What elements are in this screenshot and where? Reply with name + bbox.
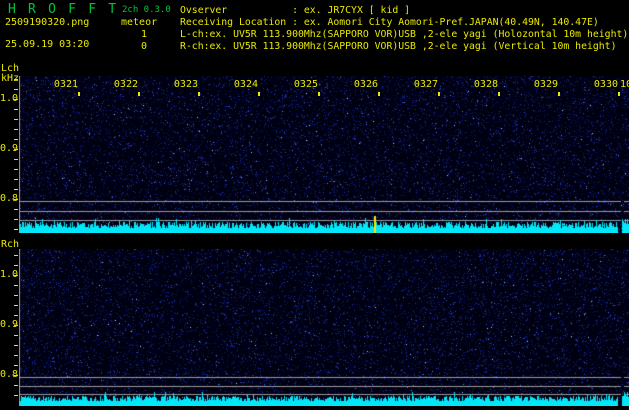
freq-minor-tick [14,119,18,120]
freq-major-tick [14,375,18,376]
rch-spectrogram-canvas [19,249,629,406]
freq-major-tick [14,149,18,150]
freq-tick-label: 1.0 [0,94,14,104]
minute-tick-mark [138,92,140,96]
time-label: 0330 [593,80,618,90]
time-label: 0321 [53,80,78,90]
clipped-right-time-label: 10 [620,80,629,90]
minute-tick-mark [378,92,380,96]
freq-minor-tick [14,355,18,356]
time-label: 0324 [233,80,258,90]
lch-spectrogram-panel [19,76,629,233]
observer-info-line: R-ch:ex. UV5R 113.900Mhz(SAPPORO VOR)USB… [180,41,628,53]
freq-minor-tick [14,229,18,230]
freq-minor-tick [14,79,18,80]
freq-minor-tick [14,169,18,170]
freq-minor-tick [14,365,18,366]
app-title: H R O F F T [8,2,118,17]
app-version: 2ch 0.3.0 [122,5,171,15]
freq-minor-tick [14,345,18,346]
observer-info-block: Ovserver : ex. JR7CYX [ kid ]Receiving L… [180,5,628,53]
minute-tick-mark [318,92,320,96]
freq-minor-tick [14,139,18,140]
freq-major-tick [14,275,18,276]
time-label: 0329 [533,80,558,90]
minute-tick-mark [258,92,260,96]
rch-panel-label: Rch [1,239,19,250]
rch-spectrogram-panel [19,249,629,406]
freq-minor-tick [14,159,18,160]
observer-info-line: L-ch:ex. UV5R 113.900Mhz(SAPPORO VOR)USB… [180,29,628,41]
time-label: 0325 [293,80,318,90]
freq-minor-tick [14,89,18,90]
freq-major-tick [14,99,18,100]
freq-tick-label: 1.0 [0,270,14,280]
observer-info-line: Ovserver : ex. JR7CYX [ kid ] [180,5,628,17]
minute-tick-mark [78,92,80,96]
freq-major-tick [14,325,18,326]
freq-minor-tick [14,209,18,210]
freq-minor-tick [14,265,18,266]
freq-minor-tick [14,179,18,180]
minute-tick-mark [558,92,560,96]
time-label: 0327 [413,80,438,90]
lch-spectrogram-canvas [19,76,629,233]
freq-tick-label: 0.9 [0,320,14,330]
freq-minor-tick [14,305,18,306]
observer-info-line: Receiving Location : ex. Aomori City Aom… [180,17,628,29]
minute-tick-mark [438,92,440,96]
minute-tick-mark [618,92,620,96]
freq-minor-tick [14,255,18,256]
freq-major-tick [14,199,18,200]
meteor-count-rch: 0 [120,41,147,52]
freq-minor-tick [14,295,18,296]
freq-minor-tick [14,385,18,386]
freq-tick-label: 0.9 [0,144,14,154]
time-label: 0328 [473,80,498,90]
output-filename: 2509190320.png [5,17,89,28]
freq-tick-label: 0.8 [0,194,14,204]
capture-datetime: 25.09.19 03:20 [5,39,89,50]
hrofft-screen: H R O F F T 2ch 0.3.0 2509190320.png 25.… [0,0,629,410]
freq-minor-tick [14,395,18,396]
freq-minor-tick [14,335,18,336]
meteor-count-lch: 1 [120,29,147,40]
freq-minor-tick [14,189,18,190]
minute-tick-mark [198,92,200,96]
freq-minor-tick [14,109,18,110]
freq-minor-tick [14,129,18,130]
meteor-count-label: meteor [121,17,157,28]
time-label: 0323 [173,80,198,90]
freq-minor-tick [14,315,18,316]
freq-minor-tick [14,285,18,286]
time-label: 0326 [353,80,378,90]
minute-tick-mark [498,92,500,96]
freq-tick-label: 0.8 [0,370,14,380]
freq-minor-tick [14,219,18,220]
time-label: 0322 [113,80,138,90]
